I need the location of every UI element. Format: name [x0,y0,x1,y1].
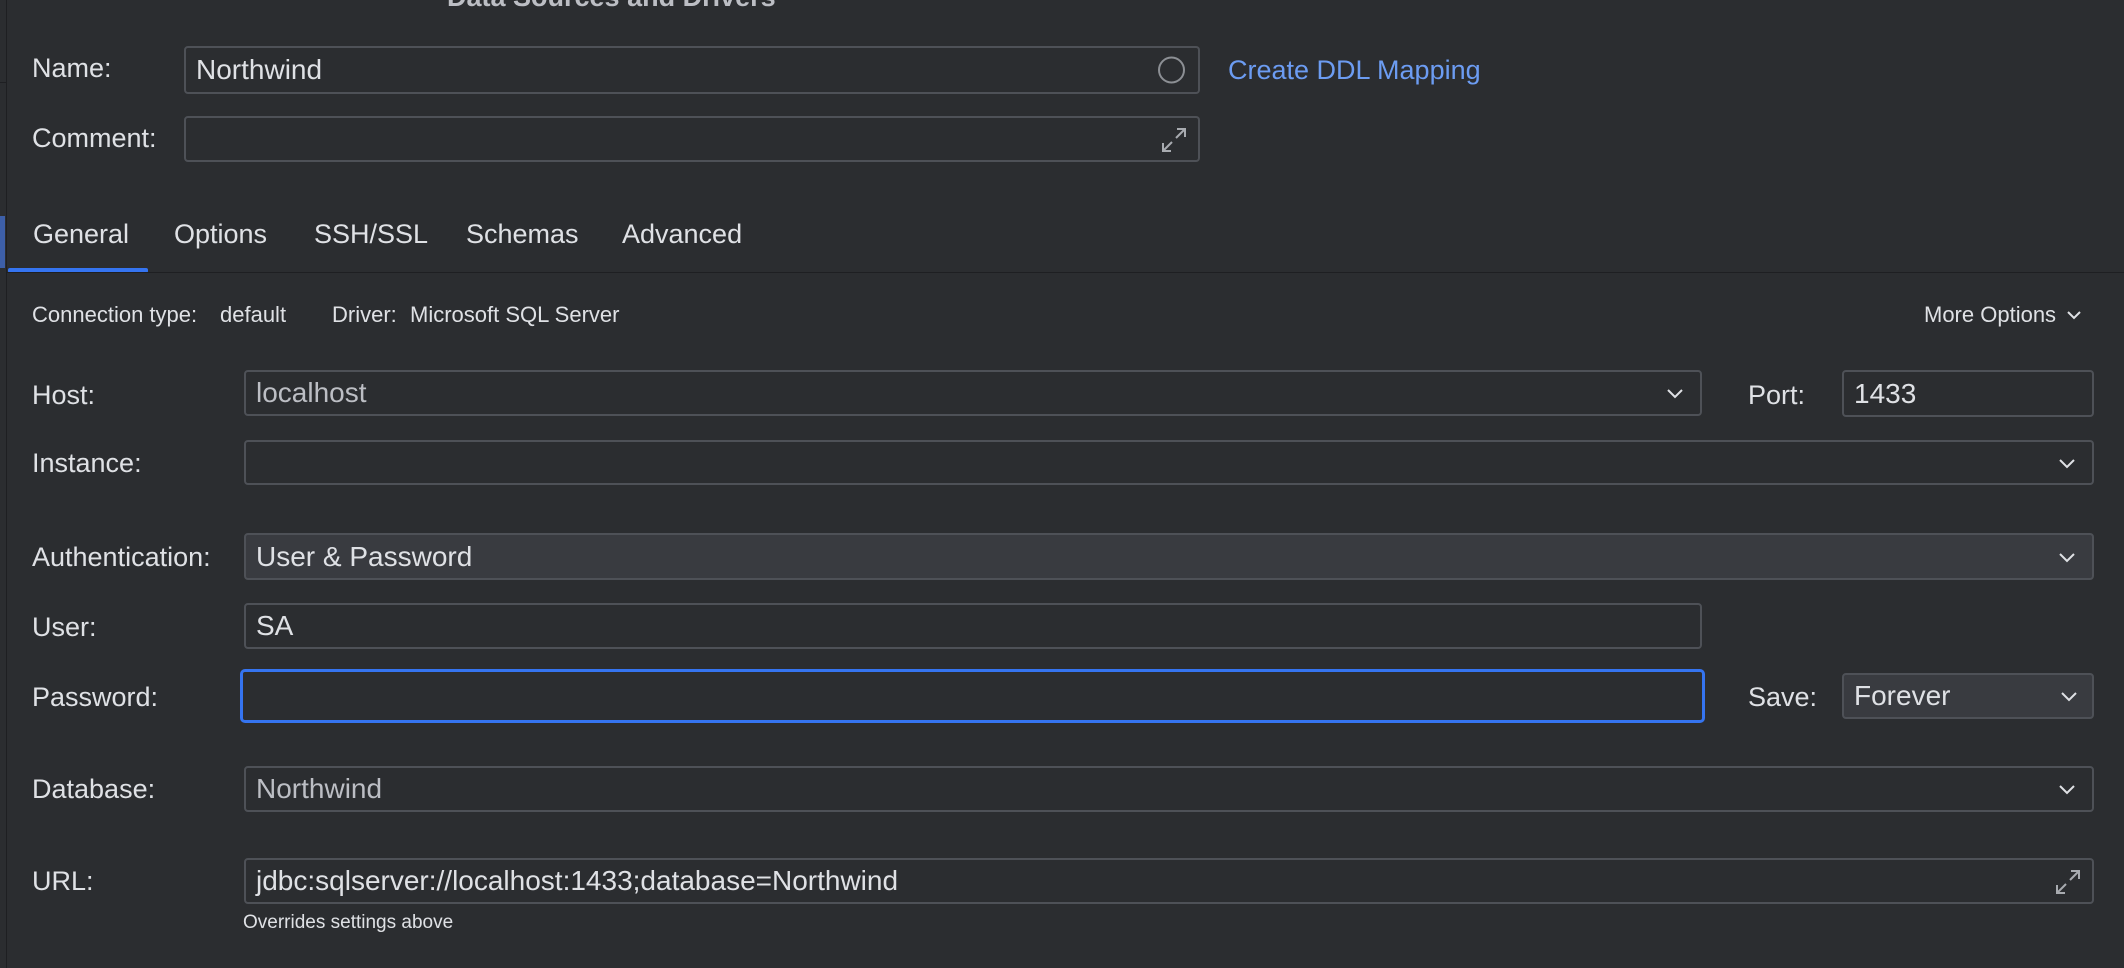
save-value: Forever [1854,680,1951,711]
more-options-label: More Options [1924,302,2057,327]
dialog-title: Data Sources and Drivers [447,0,776,13]
expand-icon[interactable] [1158,124,1190,156]
port-input[interactable]: 1433 [1842,370,2094,417]
name-label: Name: [32,53,112,83]
chevron-down-icon [2067,311,2081,320]
tabs-divider [6,272,2124,273]
authentication-select[interactable]: User & Password [244,533,2094,580]
driver-label: Driver: [332,302,397,327]
save-label: Save: [1748,682,1818,712]
host-label: Host: [32,380,96,410]
tab-advanced[interactable]: Advanced [622,219,742,250]
name-value: Northwind [196,54,323,85]
database-value: Northwind [256,773,383,804]
connection-type-label: Connection type: [32,302,198,327]
tab-schemas[interactable]: Schemas [466,219,579,250]
chevron-down-icon[interactable] [2056,546,2078,568]
host-combobox[interactable]: localhost [244,370,1702,416]
user-input[interactable]: SA [244,603,1702,649]
chevron-down-icon[interactable] [2058,685,2080,707]
password-input[interactable] [240,669,1705,723]
driver-link[interactable]: Microsoft SQL Server [410,302,619,328]
instance-label: Instance: [32,448,142,478]
tab-general[interactable]: General [33,219,129,250]
authentication-label: Authentication: [32,542,211,572]
top-left-divider [0,82,6,83]
chevron-down-icon[interactable] [2056,778,2078,800]
tab-ssh-ssl[interactable]: SSH/SSL [314,219,428,250]
url-hint: Overrides settings above [243,912,454,933]
connection-type-link[interactable]: default [220,302,286,328]
left-divider [6,0,7,968]
url-input[interactable]: jdbc:sqlserver://localhost:1433;database… [244,858,2094,904]
host-value: localhost [256,377,367,408]
port-label: Port: [1748,380,1806,410]
chevron-down-icon[interactable] [1664,382,1686,404]
database-label: Database: [32,774,156,804]
comment-input[interactable] [184,116,1200,162]
database-combobox[interactable]: Northwind [244,766,2094,812]
more-options-link[interactable]: More Options [1924,302,2084,328]
comment-label: Comment: [32,123,157,153]
instance-combobox[interactable] [244,440,2094,485]
url-label: URL: [32,866,94,896]
chevron-down-icon[interactable] [2056,452,2078,474]
user-label: User: [32,612,97,642]
user-value: SA [256,610,294,641]
port-value: 1433 [1854,377,1917,409]
authentication-value: User & Password [256,540,473,572]
left-selection-marker [0,216,5,268]
create-ddl-mapping-link[interactable]: Create DDL Mapping [1228,55,1481,86]
color-circle-icon[interactable] [1158,56,1185,84]
save-select[interactable]: Forever [1842,673,2094,719]
url-value: jdbc:sqlserver://localhost:1433;database… [256,865,899,896]
expand-icon[interactable] [2052,866,2084,898]
name-input[interactable]: Northwind [184,46,1200,94]
tab-options[interactable]: Options [174,219,267,250]
password-label: Password: [32,682,159,712]
